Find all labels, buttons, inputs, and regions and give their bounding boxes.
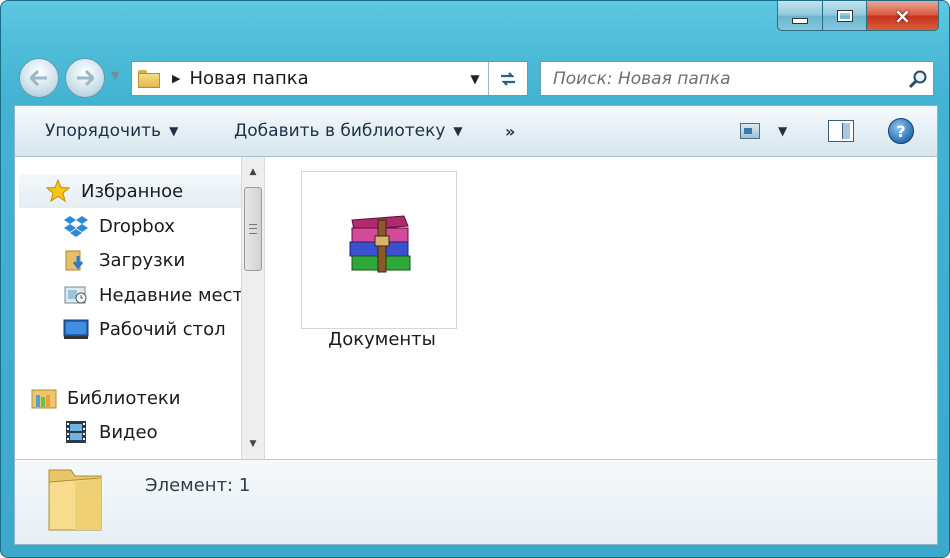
nav-item-desktop[interactable]: Рабочий стол bbox=[63, 312, 241, 346]
details-pane: Элемент: 1 bbox=[14, 459, 938, 545]
help-button[interactable]: ? bbox=[888, 106, 914, 156]
help-icon: ? bbox=[888, 118, 914, 144]
more-label: » bbox=[505, 121, 516, 141]
chevron-down-icon: ▼ bbox=[453, 124, 463, 138]
nav-item-video[interactable]: Видео bbox=[63, 415, 241, 449]
navigation-row: ▼ ▶ Новая папка ▼ bbox=[1, 53, 950, 103]
file-item-label[interactable]: Документы bbox=[287, 329, 477, 350]
nav-favorites[interactable]: Избранное bbox=[19, 174, 241, 208]
libraries-icon bbox=[31, 386, 57, 410]
recent-places-icon bbox=[63, 283, 89, 307]
organize-label: Упорядочить bbox=[45, 121, 162, 141]
arrow-right-icon bbox=[77, 70, 94, 86]
nav-item-label: Dropbox bbox=[99, 215, 175, 237]
breadcrumb-arrow-icon[interactable]: ▶ bbox=[172, 72, 180, 85]
caption-buttons: × bbox=[777, 1, 939, 35]
scroll-down-icon: ▼ bbox=[249, 439, 257, 449]
file-item-documents[interactable] bbox=[301, 171, 457, 329]
desktop-icon bbox=[63, 317, 89, 341]
scrollbar-thumb[interactable] bbox=[244, 187, 262, 271]
more-commands-button[interactable]: » bbox=[505, 106, 515, 156]
navigation-pane: Избранное Dropbox Загрузки Недавние мест… bbox=[15, 157, 241, 459]
address-bar[interactable]: ▶ Новая папка ▼ bbox=[131, 61, 528, 96]
minimize-button[interactable] bbox=[777, 1, 823, 31]
chevron-down-icon: ▼ bbox=[169, 124, 179, 138]
preview-pane-icon bbox=[828, 120, 854, 142]
dropbox-icon bbox=[63, 214, 89, 238]
nav-item-label: Загрузки bbox=[99, 249, 186, 271]
scroll-down-button[interactable]: ▼ bbox=[242, 433, 264, 455]
scroll-up-button[interactable]: ▲ bbox=[242, 161, 264, 183]
winrar-archive-icon bbox=[349, 215, 411, 273]
change-view-button[interactable]: ▼ bbox=[740, 106, 787, 156]
grip-icon bbox=[249, 224, 257, 234]
minimize-icon bbox=[792, 17, 808, 24]
search-button[interactable] bbox=[903, 64, 933, 94]
add-to-library-button[interactable]: Добавить в библиотеку ▼ bbox=[234, 106, 463, 156]
close-button[interactable]: × bbox=[867, 1, 939, 31]
chevron-down-icon: ▼ bbox=[111, 69, 120, 82]
explorer-window: × ▼ ▶ Новая папка ▼ Поиск: Новая папка У… bbox=[0, 0, 950, 558]
folder-large-icon bbox=[48, 469, 102, 531]
nav-libraries-label: Библиотеки bbox=[67, 387, 181, 409]
search-input[interactable] bbox=[551, 62, 903, 95]
nav-item-label: Рабочий стол bbox=[99, 318, 226, 340]
back-button[interactable] bbox=[19, 58, 59, 98]
nav-favorites-label: Избранное bbox=[81, 180, 184, 202]
folder-icon bbox=[138, 69, 160, 88]
close-icon: × bbox=[894, 3, 911, 28]
refresh-icon bbox=[501, 71, 515, 86]
breadcrumb-current[interactable]: Новая папка bbox=[189, 68, 462, 89]
downloads-folder-icon bbox=[63, 248, 89, 272]
forward-button[interactable] bbox=[65, 58, 105, 98]
command-bar: Упорядочить ▼ Добавить в библиотеку ▼ » … bbox=[14, 105, 938, 157]
navigation-scrollbar[interactable]: ▲ ▼ bbox=[241, 157, 265, 459]
search-icon bbox=[908, 70, 927, 88]
star-icon bbox=[45, 179, 71, 203]
content-area: Избранное Dropbox Загрузки Недавние мест… bbox=[14, 157, 938, 459]
nav-item-dropbox[interactable]: Dropbox bbox=[63, 209, 241, 243]
organize-button[interactable]: Упорядочить ▼ bbox=[45, 106, 178, 156]
refresh-button[interactable] bbox=[488, 62, 527, 95]
preview-pane-button[interactable] bbox=[828, 106, 854, 156]
item-count: Элемент: 1 bbox=[145, 475, 251, 496]
nav-item-recent-places[interactable]: Недавние места bbox=[63, 278, 241, 312]
chevron-down-icon: ▼ bbox=[778, 124, 788, 138]
search-box bbox=[540, 61, 934, 96]
maximize-button[interactable] bbox=[823, 1, 867, 31]
maximize-icon bbox=[836, 9, 853, 22]
arrow-left-icon bbox=[30, 70, 47, 86]
address-history-dropdown[interactable]: ▼ bbox=[462, 72, 488, 86]
nav-item-downloads[interactable]: Загрузки bbox=[63, 243, 241, 277]
view-icon bbox=[740, 123, 760, 139]
file-list-pane: Документы bbox=[267, 157, 937, 459]
nav-libraries[interactable]: Библиотеки bbox=[31, 381, 241, 415]
video-library-icon bbox=[63, 420, 89, 444]
scroll-up-icon: ▲ bbox=[249, 167, 257, 177]
nav-item-label: Видео bbox=[99, 421, 158, 443]
recent-pages-button[interactable]: ▼ bbox=[111, 69, 119, 82]
add-to-library-label: Добавить в библиотеку bbox=[234, 121, 446, 141]
nav-item-label: Недавние места bbox=[99, 284, 241, 306]
